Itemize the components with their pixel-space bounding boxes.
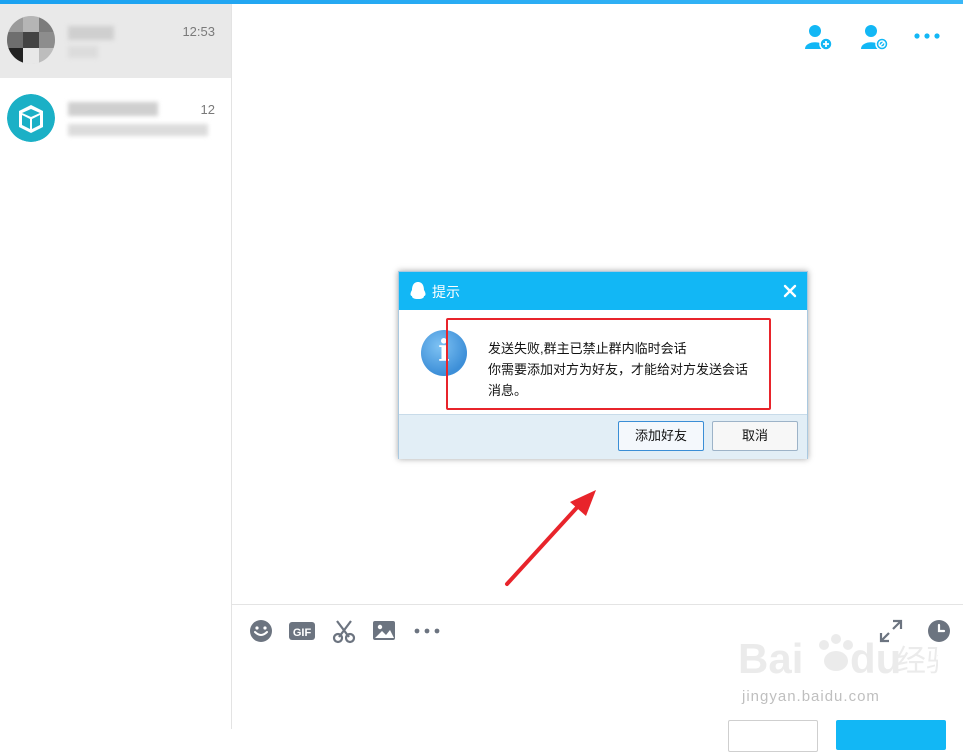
more-tools-icon[interactable] — [413, 618, 441, 644]
conversation-time: 12:53 — [182, 24, 215, 39]
close-window-button[interactable] — [728, 720, 818, 752]
cancel-button[interactable]: 取消 — [712, 421, 798, 451]
gif-icon[interactable]: GIF — [288, 618, 316, 644]
conversation-item[interactable]: 12:53 — [0, 4, 231, 78]
block-user-icon[interactable] — [859, 22, 889, 52]
watermark-url: jingyan.baidu.com — [742, 688, 880, 705]
emoji-icon[interactable] — [248, 618, 274, 644]
conversation-time: 12 — [200, 102, 215, 117]
dialog-titlebar[interactable]: 提示 — [399, 272, 807, 310]
svg-text:Bai: Bai — [738, 635, 803, 682]
contact-name-blurred — [68, 26, 114, 40]
send-button[interactable] — [836, 720, 946, 750]
close-icon[interactable] — [781, 282, 799, 300]
image-icon[interactable] — [371, 618, 397, 644]
dialog-footer: 添加好友 取消 — [399, 414, 807, 459]
more-options-icon[interactable] — [912, 22, 942, 52]
input-area-divider — [232, 604, 963, 605]
annotation-arrow-icon — [500, 488, 610, 593]
svg-text:GIF: GIF — [293, 627, 312, 639]
svg-text:经验: 经验 — [896, 645, 938, 678]
screenshot-scissors-icon[interactable] — [331, 618, 357, 644]
group-avatar-icon — [7, 94, 55, 142]
message-preview-blurred — [68, 46, 98, 58]
message-preview-blurred — [68, 124, 208, 136]
conversation-sidebar: 12:53 12 — [0, 4, 232, 729]
dialog-title: 提示 — [432, 284, 460, 300]
dialog-body: i 发送失败,群主已禁止群内临时会话 你需要添加对方为好友，才能给对方发送会话 … — [399, 310, 807, 414]
add-friend-button[interactable]: 添加好友 — [618, 421, 704, 451]
add-member-icon[interactable] — [803, 22, 833, 52]
svg-text:du: du — [850, 635, 901, 682]
qq-penguin-icon — [409, 281, 427, 306]
conversation-item[interactable]: 12 — [0, 82, 231, 156]
contact-name-blurred — [68, 102, 158, 116]
highlight-box — [446, 318, 771, 410]
avatar — [7, 16, 55, 64]
alert-dialog: 提示 i 发送失败,群主已禁止群内临时会话 你需要添加对方为好友，才能给对方发送… — [398, 271, 808, 459]
